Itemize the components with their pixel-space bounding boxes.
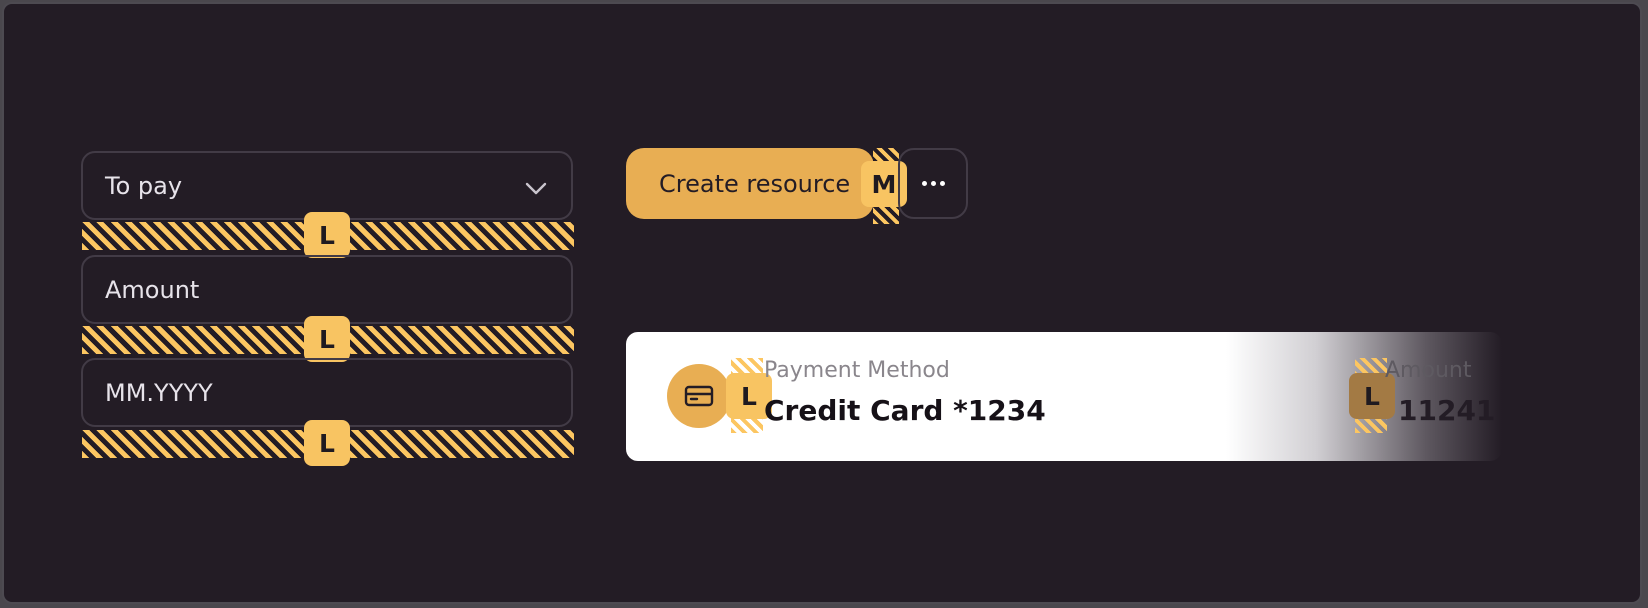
date-input-placeholder: MM.YYYY bbox=[105, 378, 213, 407]
to-pay-select[interactable]: To pay bbox=[81, 151, 573, 220]
amount-input[interactable]: Amount bbox=[81, 255, 573, 324]
create-resource-button[interactable]: Create resource bbox=[626, 148, 874, 219]
create-resource-label: Create resource bbox=[659, 169, 851, 198]
more-horizontal-icon bbox=[920, 181, 947, 186]
amount-caption: Amount bbox=[1385, 358, 1472, 383]
more-button[interactable] bbox=[898, 148, 968, 219]
payment-method-caption: Payment Method bbox=[764, 358, 950, 383]
chevron-down-icon bbox=[525, 182, 547, 195]
date-input[interactable]: MM.YYYY bbox=[81, 358, 573, 427]
amount-input-placeholder: Amount bbox=[105, 275, 200, 304]
to-pay-select-value: To pay bbox=[105, 171, 183, 200]
gap-size-badge-2: L bbox=[304, 316, 350, 362]
amount-value: 11241 bbox=[1398, 394, 1496, 427]
payment-method-value: Credit Card *1234 bbox=[764, 394, 1046, 427]
credit-card-icon bbox=[667, 364, 731, 428]
gap-size-badge-1: L bbox=[304, 212, 350, 258]
gap-size-badge-3: L bbox=[304, 420, 350, 466]
